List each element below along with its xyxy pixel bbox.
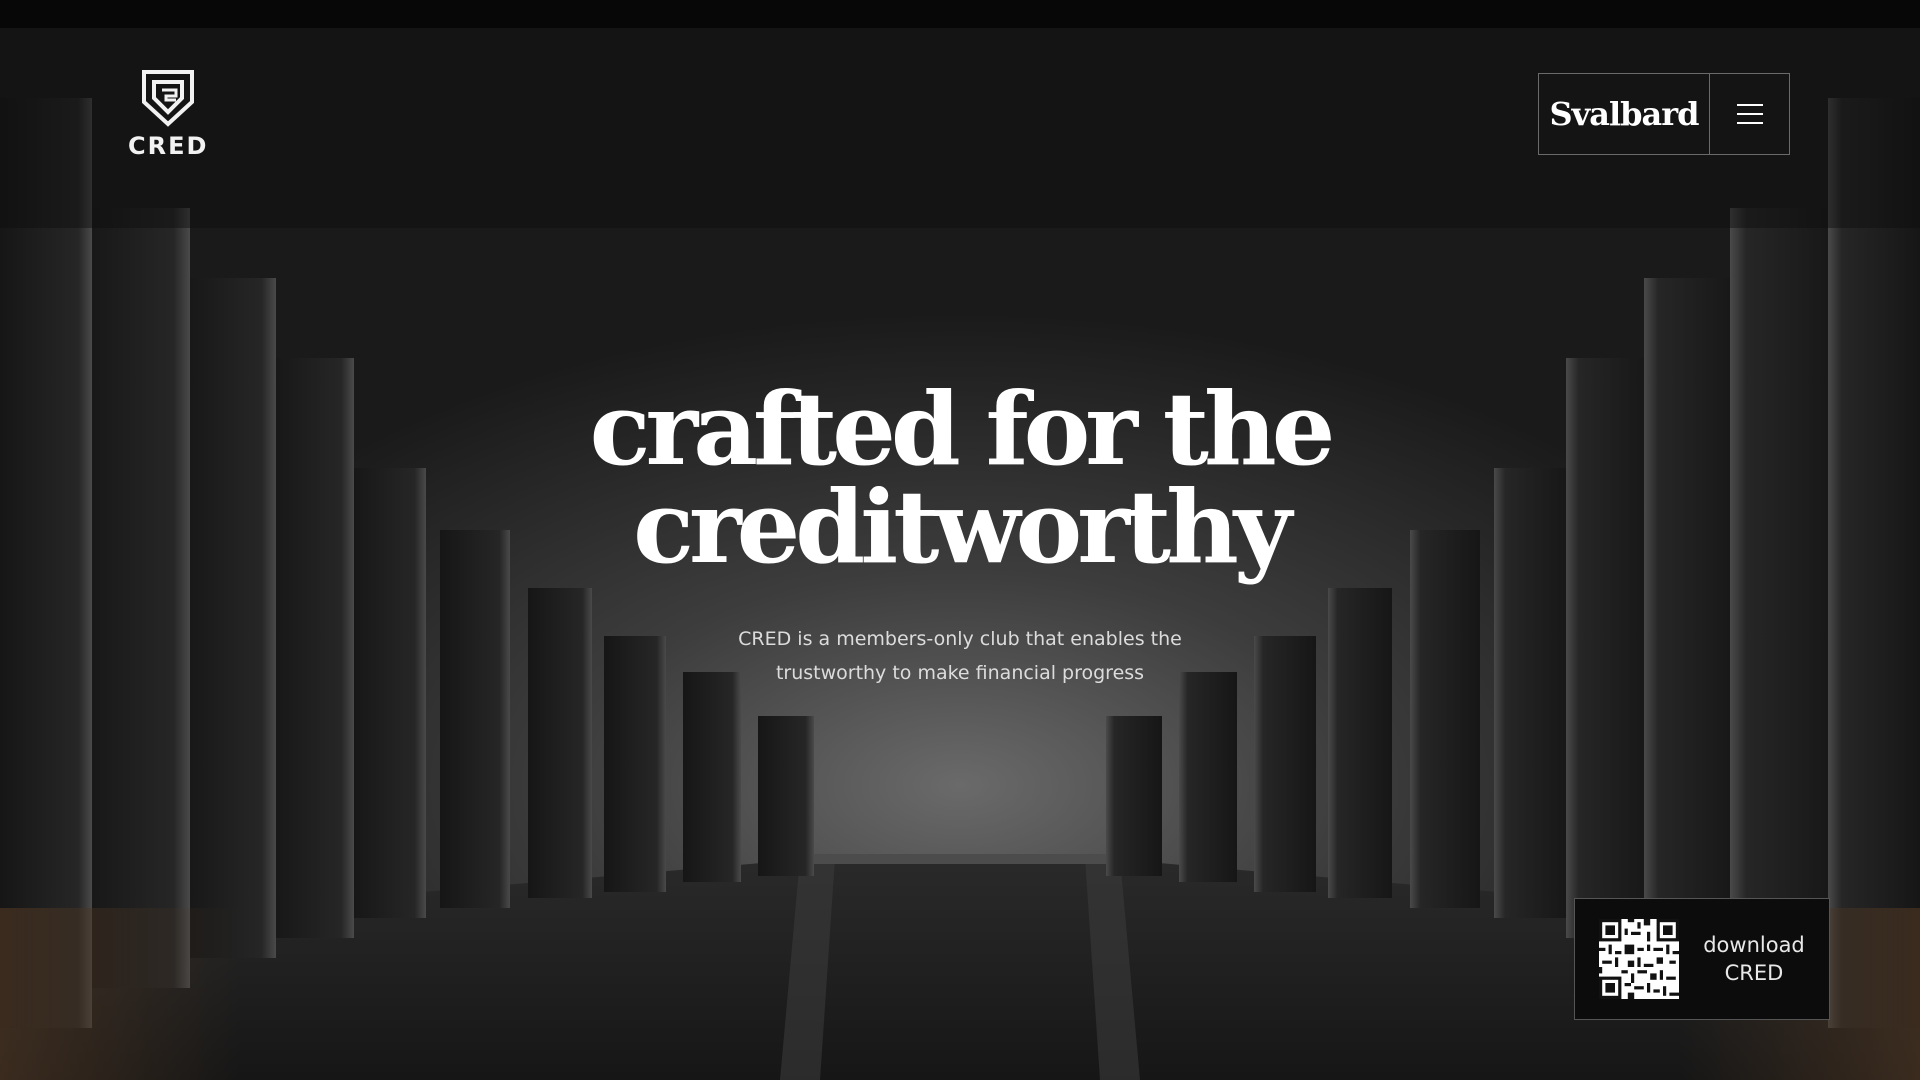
- menu-button[interactable]: [1710, 74, 1789, 154]
- headline-line-1: crafted for the: [589, 370, 1336, 488]
- hero-subtitle: CRED is a members-only club that enables…: [660, 622, 1260, 690]
- page: CRED Svalbard crafted for the creditwort…: [0, 0, 1920, 1080]
- subtitle-line-1: CRED is a members-only club that enables…: [738, 628, 1182, 650]
- download-label-line-1: download: [1703, 933, 1805, 957]
- hero-headline: crafted for the creditworthy: [460, 370, 1460, 586]
- hamburger-menu-icon: [1736, 104, 1763, 124]
- logo-text: CRED: [128, 132, 209, 160]
- download-label: download CRED: [1679, 931, 1829, 987]
- qr-code-icon: [1599, 919, 1679, 999]
- cred-logo[interactable]: CRED: [128, 68, 208, 160]
- subtitle-line-2: trustworthy to make financial progress: [775, 662, 1145, 684]
- svalbard-link[interactable]: Svalbard: [1539, 74, 1710, 154]
- download-cred-card[interactable]: download CRED: [1574, 898, 1830, 1020]
- download-label-line-2: CRED: [1724, 961, 1784, 985]
- cred-shield-icon: [142, 70, 194, 127]
- top-nav: Svalbard: [1538, 73, 1790, 155]
- top-bar: [0, 0, 1920, 28]
- headline-line-2: creditworthy: [633, 468, 1292, 586]
